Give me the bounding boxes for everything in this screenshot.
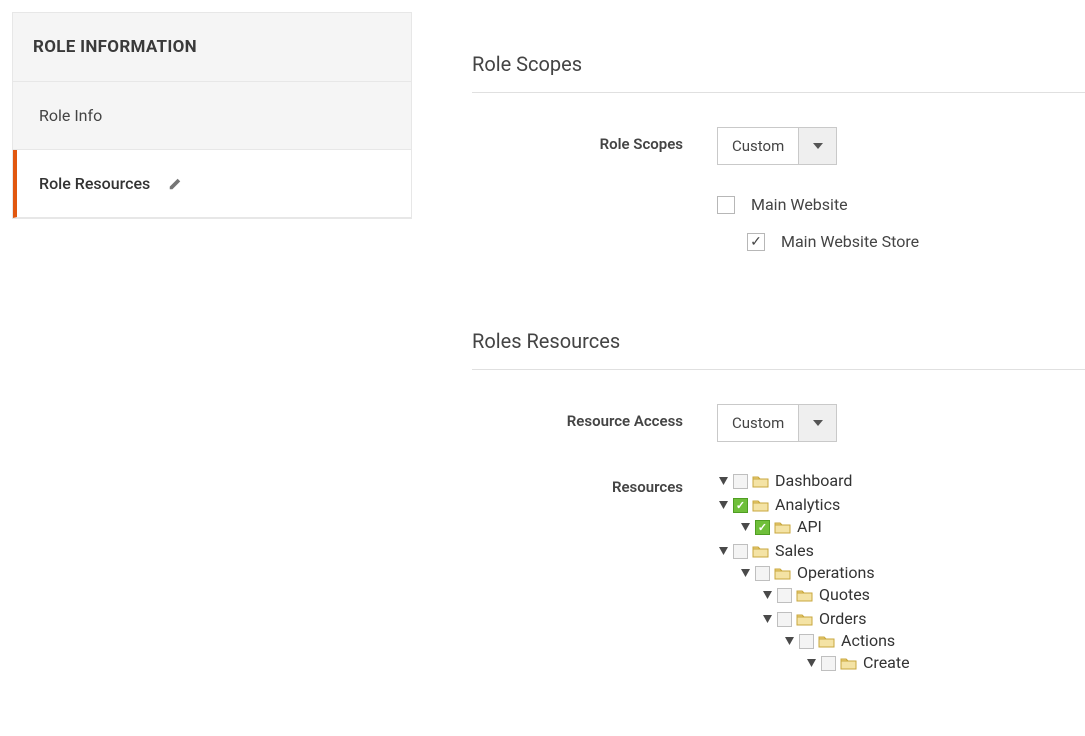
tree-toggle-icon[interactable]	[805, 657, 817, 669]
tree-node-label[interactable]: Dashboard	[775, 470, 852, 492]
folder-icon	[796, 612, 813, 626]
folder-icon	[774, 566, 791, 580]
folder-icon	[774, 520, 791, 534]
tree-toggle-icon[interactable]	[783, 635, 795, 647]
section-title-resources: Roles Resources	[472, 329, 1085, 370]
tree-node-label[interactable]: Analytics	[775, 494, 840, 516]
tree-toggle-icon[interactable]	[761, 613, 773, 625]
label-role-scopes: Role Scopes	[472, 127, 717, 153]
tree-node-label[interactable]: Quotes	[819, 584, 870, 606]
caret-down-icon	[813, 420, 823, 426]
scope-website-row: Main Website Store	[747, 232, 1085, 251]
folder-icon	[752, 474, 769, 488]
tree-node-label[interactable]: API	[797, 516, 822, 538]
tree-toggle-icon[interactable]	[761, 589, 773, 601]
label-resources: Resources	[472, 470, 717, 496]
folder-icon	[840, 656, 857, 670]
tree-checkbox[interactable]	[799, 634, 814, 649]
tree-node: Actions	[783, 630, 1085, 652]
tree-checkbox[interactable]	[777, 588, 792, 603]
tree-checkbox[interactable]	[733, 498, 748, 513]
tree-node: Create	[805, 652, 1085, 674]
section-role-scopes: Role Scopes Role Scopes Custom Main Webs…	[472, 52, 1085, 269]
tree-node: Analytics	[717, 494, 1085, 516]
tree-node: Operations	[739, 562, 1085, 584]
tree-toggle-icon[interactable]	[739, 567, 751, 579]
resource-tree: DashboardAnalyticsAPISalesOperationsQuot…	[717, 470, 1085, 674]
folder-icon	[796, 588, 813, 602]
resource-access-select-value: Custom	[718, 405, 798, 441]
role-scopes-select[interactable]: Custom	[717, 127, 837, 165]
role-information-sidebar: ROLE INFORMATION Role Info Role Resources	[12, 12, 412, 736]
scope-website-label: Main Website Store	[781, 232, 919, 251]
tree-node: Quotes	[761, 584, 1085, 606]
tree-node: Sales	[717, 540, 1085, 562]
tree-toggle-icon[interactable]	[717, 475, 729, 487]
tree-node: API	[739, 516, 1085, 538]
resource-access-select-caret[interactable]	[798, 405, 836, 441]
tree-toggle-icon[interactable]	[717, 499, 729, 511]
folder-icon	[752, 544, 769, 558]
tree-node-label[interactable]: Operations	[797, 562, 875, 584]
folder-icon	[818, 634, 835, 648]
tree-toggle-icon[interactable]	[717, 545, 729, 557]
tree-checkbox[interactable]	[755, 566, 770, 581]
section-roles-resources: Roles Resources Resource Access Custom R…	[472, 329, 1085, 676]
role-scopes-select-caret[interactable]	[798, 128, 836, 164]
checkbox[interactable]	[747, 233, 765, 251]
section-title-scopes: Role Scopes	[472, 52, 1085, 93]
scope-website-row: Main Website	[717, 195, 1085, 214]
tree-toggle-icon[interactable]	[739, 521, 751, 533]
role-scopes-select-value: Custom	[718, 128, 798, 164]
sidebar-item-role-resources[interactable]: Role Resources	[13, 150, 411, 218]
sidebar-item-label: Role Resources	[39, 174, 150, 193]
tree-node-label[interactable]: Sales	[775, 540, 814, 562]
tree-checkbox[interactable]	[733, 474, 748, 489]
folder-icon	[752, 498, 769, 512]
scope-website-label: Main Website	[751, 195, 848, 214]
tree-node: Dashboard	[717, 470, 1085, 492]
tree-node-label[interactable]: Orders	[819, 608, 866, 630]
tree-node: Orders	[761, 608, 1085, 630]
tree-checkbox[interactable]	[755, 520, 770, 535]
checkbox[interactable]	[717, 196, 735, 214]
sidebar-title: ROLE INFORMATION	[13, 13, 411, 82]
sidebar-item-label: Role Info	[39, 106, 102, 125]
label-resource-access: Resource Access	[472, 404, 717, 430]
sidebar-item-role-info[interactable]: Role Info	[13, 82, 411, 150]
tree-checkbox[interactable]	[821, 656, 836, 671]
pencil-icon	[168, 177, 182, 191]
main-panel: Role Scopes Role Scopes Custom Main Webs…	[412, 12, 1085, 736]
tree-checkbox[interactable]	[733, 544, 748, 559]
caret-down-icon	[813, 143, 823, 149]
resource-access-select[interactable]: Custom	[717, 404, 837, 442]
tree-node-label[interactable]: Create	[863, 652, 910, 674]
tree-node-label[interactable]: Actions	[841, 630, 895, 652]
tree-checkbox[interactable]	[777, 612, 792, 627]
